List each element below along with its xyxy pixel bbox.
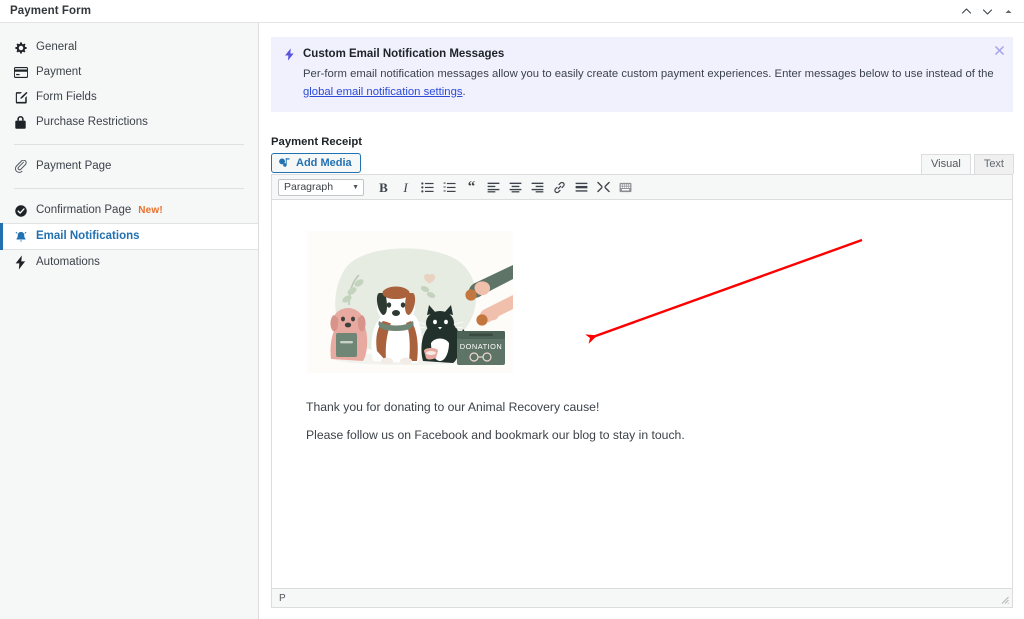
editor-toolbar: Paragraph ▼ B I “ <box>272 175 1012 200</box>
gear-icon <box>13 40 28 55</box>
tab-visual-label: Visual <box>931 159 961 170</box>
close-icon[interactable] <box>991 42 1007 58</box>
blockquote-glyph: “ <box>468 183 476 192</box>
numbered-list-icon[interactable] <box>439 177 460 197</box>
custom-email-notice: Custom Email Notification Messages Per-f… <box>271 37 1013 112</box>
tab-visual[interactable]: Visual <box>921 154 971 174</box>
italic-glyph: I <box>403 181 407 194</box>
tab-text[interactable]: Text <box>974 154 1014 174</box>
insert-link-icon[interactable] <box>549 177 570 197</box>
blockquote-icon[interactable]: “ <box>461 177 482 197</box>
rich-text-editor: Paragraph ▼ B I “ <box>271 174 1013 608</box>
sidebar-item-automations[interactable]: Automations <box>0 250 258 275</box>
window-controls <box>957 0 1018 23</box>
sidebar-item-label: Form Fields <box>36 92 97 104</box>
sidebar-item-confirmation-page[interactable]: Confirmation Page New! <box>0 198 258 223</box>
notice-header: Custom Email Notification Messages <box>283 47 1001 61</box>
lightning-icon <box>13 255 28 270</box>
sidebar-item-label: Payment Page <box>36 161 111 173</box>
bold-glyph: B <box>379 181 388 194</box>
align-center-icon[interactable] <box>505 177 526 197</box>
notice-body-text-before: Per-form email notification messages all… <box>303 68 994 80</box>
toggle-panel-button[interactable] <box>999 2 1018 21</box>
toolbar-toggle-icon[interactable] <box>615 177 636 197</box>
donation-illustration-image[interactable]: DONATION <box>307 231 513 373</box>
add-media-label: Add Media <box>296 157 352 169</box>
tab-text-label: Text <box>984 159 1004 170</box>
editor-mode-tabs: Visual Text <box>921 154 1014 174</box>
edit-square-icon <box>13 90 28 105</box>
bulleted-list-icon[interactable] <box>417 177 438 197</box>
app-root: Payment Form General Payment <box>0 0 1024 619</box>
italic-icon[interactable]: I <box>395 177 416 197</box>
sidebar-item-payment[interactable]: Payment <box>0 60 258 85</box>
status-badge: New! <box>138 205 163 216</box>
sidebar-item-label: Purchase Restrictions <box>36 117 148 129</box>
sidebar-item-label: Email Notifications <box>36 231 140 243</box>
paperclip-icon <box>13 159 28 174</box>
check-circle-icon <box>13 203 28 218</box>
editor-content-area[interactable]: DONATION <box>272 200 1012 588</box>
sidebar-item-label: Automations <box>36 257 100 269</box>
paragraph-format-value: Paragraph <box>284 181 333 193</box>
read-more-icon[interactable] <box>571 177 592 197</box>
sidebar-divider <box>14 188 244 189</box>
sidebar-item-label: Payment <box>36 67 81 79</box>
add-media-button[interactable]: Add Media <box>271 153 361 173</box>
bold-icon[interactable]: B <box>373 177 394 197</box>
align-right-icon[interactable] <box>527 177 548 197</box>
main-content: Custom Email Notification Messages Per-f… <box>260 23 1024 619</box>
paragraph-format-select[interactable]: Paragraph ▼ <box>278 179 364 196</box>
editor-paragraph-1: Thank you for donating to our Animal Rec… <box>306 400 599 414</box>
window-titlebar: Payment Form <box>0 0 1024 23</box>
notice-body: Per-form email notification messages all… <box>303 66 1001 101</box>
notice-title: Custom Email Notification Messages <box>303 48 504 60</box>
media-icon <box>278 157 291 170</box>
sidebar-item-payment-page[interactable]: Payment Page <box>0 154 258 179</box>
notice-body-text-after: . <box>463 86 466 98</box>
page-title: Payment Form <box>10 5 91 17</box>
credit-card-icon <box>13 65 28 80</box>
expand-down-button[interactable] <box>978 2 997 21</box>
chevron-down-icon: ▼ <box>352 184 359 191</box>
settings-sidebar: General Payment Form Fields Purchase Res… <box>0 23 259 619</box>
bell-icon <box>13 229 28 244</box>
distraction-free-icon[interactable] <box>593 177 614 197</box>
sidebar-item-label: Confirmation Page <box>36 205 131 217</box>
editor-paragraph-2: Please follow us on Facebook and bookmar… <box>306 428 685 442</box>
lightning-bolt-icon <box>283 47 296 61</box>
global-email-notification-settings-link[interactable]: global email notification settings <box>303 86 463 98</box>
sidebar-divider <box>14 144 244 145</box>
resize-handle[interactable] <box>1000 595 1009 604</box>
sidebar-item-form-fields[interactable]: Form Fields <box>0 85 258 110</box>
collapse-up-button[interactable] <box>957 2 976 21</box>
sidebar-item-purchase-restrictions[interactable]: Purchase Restrictions <box>0 110 258 135</box>
svg-text:DONATION: DONATION <box>460 342 502 351</box>
sidebar-item-general[interactable]: General <box>0 35 258 60</box>
sidebar-item-label: General <box>36 42 77 54</box>
align-left-icon[interactable] <box>483 177 504 197</box>
sidebar-item-email-notifications[interactable]: Email Notifications <box>0 223 258 250</box>
lock-icon <box>13 115 28 130</box>
editor-status-bar: P <box>272 588 1012 607</box>
element-path: P <box>279 593 286 604</box>
payment-receipt-label: Payment Receipt <box>271 136 362 148</box>
